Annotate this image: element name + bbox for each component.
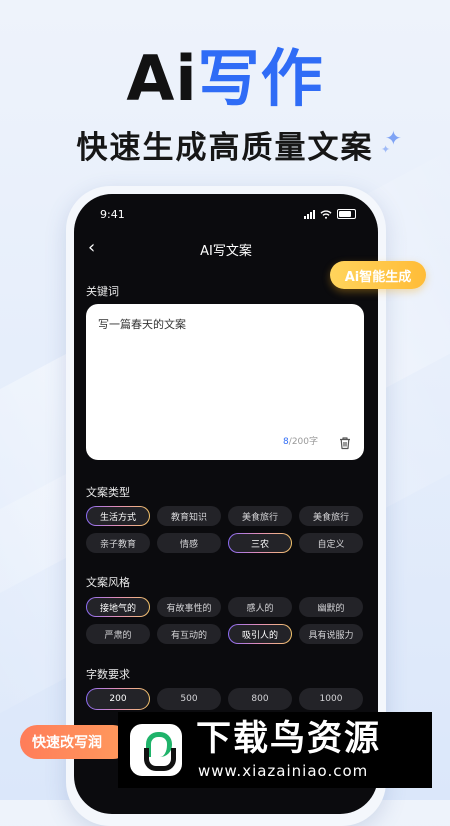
- trash-icon[interactable]: [338, 436, 352, 450]
- copy-type-row: 亲子教育 情感 三农 自定义: [86, 533, 363, 553]
- char-count-max: /200字: [288, 437, 318, 447]
- wifi-icon: [320, 209, 332, 219]
- chevron-left-icon[interactable]: ‹: [88, 237, 95, 258]
- watermark-url: www.xiazainiao.com: [198, 762, 369, 780]
- ai-generate-badge: Ai智能生成: [330, 261, 426, 289]
- copy-style-row: 严肃的 有互动的 吸引人的 具有说服力: [86, 624, 363, 644]
- status-time: 9:41: [100, 208, 125, 221]
- sparkle-small-icon: ✦: [381, 143, 391, 156]
- chip-copy-style[interactable]: 严肃的: [86, 624, 150, 644]
- keyword-label: 关键词: [86, 285, 119, 298]
- word-count-label: 字数要求: [86, 668, 130, 681]
- chip-copy-type[interactable]: 美食旅行: [228, 506, 292, 526]
- chip-copy-type[interactable]: 美食旅行: [299, 506, 363, 526]
- watermark-title: 下载鸟资源: [196, 719, 382, 759]
- char-counter: 8/200字: [283, 434, 318, 447]
- chip-copy-type[interactable]: 情感: [157, 533, 221, 553]
- hero-title: Ai写作: [0, 44, 450, 114]
- chip-copy-style[interactable]: 感人的: [228, 597, 292, 617]
- chip-copy-style[interactable]: 吸引人的: [228, 624, 292, 644]
- bird-logo-icon: [130, 724, 182, 776]
- chip-copy-style[interactable]: 幽默的: [299, 597, 363, 617]
- page-title: AI写文案: [200, 244, 252, 259]
- chip-word-count[interactable]: 800: [228, 688, 292, 710]
- copy-style-label: 文案风格: [86, 576, 130, 589]
- word-count-row: 200 500 800 1000: [86, 688, 363, 710]
- signal-icon: [304, 209, 315, 219]
- chip-copy-style[interactable]: 接地气的: [86, 597, 150, 617]
- battery-icon: [337, 209, 356, 219]
- keyword-input-value: 写一篇春天的文案: [98, 318, 186, 331]
- keyword-input[interactable]: 写一篇春天的文案 8/200字: [86, 304, 364, 460]
- copy-type-label: 文案类型: [86, 486, 130, 499]
- chip-copy-type[interactable]: 生活方式: [86, 506, 150, 526]
- watermark-banner: 下载鸟资源 www.xiazainiao.com: [118, 712, 432, 788]
- chip-copy-type[interactable]: 亲子教育: [86, 533, 150, 553]
- chip-copy-type[interactable]: 三农: [228, 533, 292, 553]
- chip-copy-style[interactable]: 有故事性的: [157, 597, 221, 617]
- chip-copy-type[interactable]: 自定义: [299, 533, 363, 553]
- chip-copy-style[interactable]: 有互动的: [157, 624, 221, 644]
- status-bar: 9:41: [100, 208, 356, 224]
- copy-style-row: 接地气的 有故事性的 感人的 幽默的: [86, 597, 363, 617]
- chip-word-count[interactable]: 1000: [299, 688, 363, 710]
- nav-bar: ‹ AI写文案: [74, 237, 378, 260]
- copy-type-row: 生活方式 教育知识 美食旅行 美食旅行: [86, 506, 363, 526]
- chip-copy-style[interactable]: 具有说服力: [299, 624, 363, 644]
- chip-word-count[interactable]: 200: [86, 688, 150, 710]
- hero-title-writing: 写作: [197, 42, 324, 115]
- rewrite-badge: 快速改写润: [20, 725, 130, 759]
- chip-copy-type[interactable]: 教育知识: [157, 506, 221, 526]
- chip-word-count[interactable]: 500: [157, 688, 221, 710]
- hero-title-ai: Ai: [126, 42, 198, 115]
